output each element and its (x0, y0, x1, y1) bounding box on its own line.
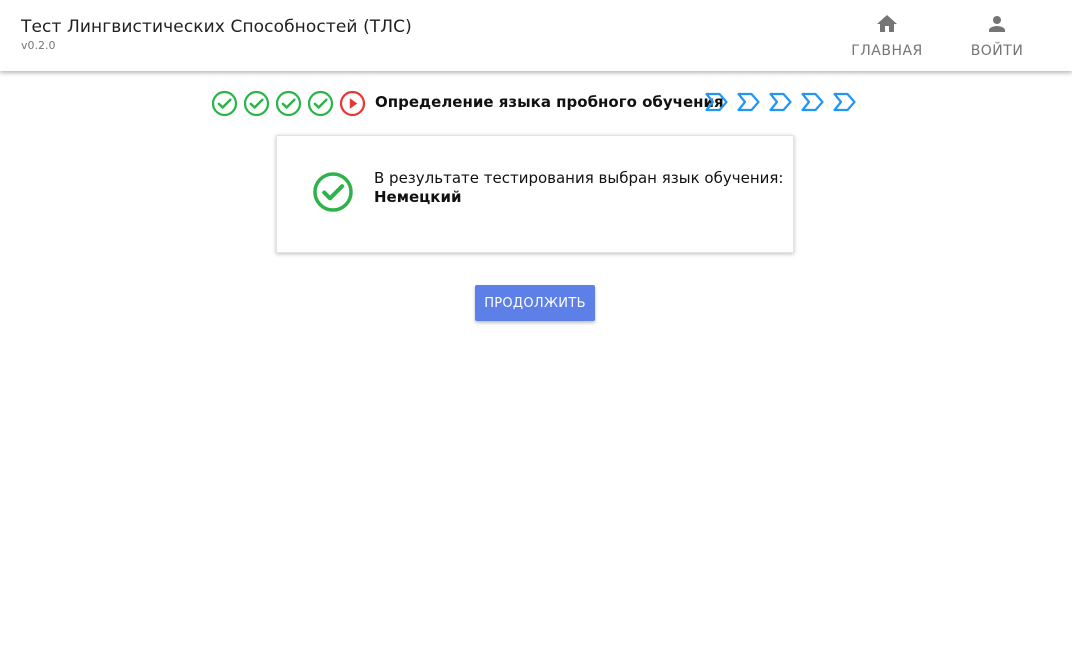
step-upcoming-chevron-icon (704, 90, 730, 114)
continue-button[interactable]: ПРОДОЛЖИТЬ (475, 285, 595, 321)
person-icon (989, 16, 1005, 32)
current-step-label: Определение языка пробного обучения (375, 93, 724, 111)
step-upcoming-chevron-icon (832, 90, 858, 114)
result-card: В результате тестирования выбран язык об… (276, 135, 794, 253)
step-upcoming-chevron-icon (768, 90, 794, 114)
step-completed-check-icon (275, 90, 302, 117)
app-bar: Тест Лингвистических Способностей (ТЛС) … (0, 0, 1072, 71)
home-button[interactable]: ГЛАВНАЯ (837, 0, 937, 71)
step-current-play-icon (339, 90, 366, 117)
step-completed-check-icon (211, 90, 238, 117)
step-completed-check-icon (243, 90, 270, 117)
step-completed-check-icon (307, 90, 334, 117)
step-upcoming-chevron-icon (800, 90, 826, 114)
progress-stepper: Определение языка пробного обучения (0, 89, 1072, 117)
step-upcoming-chevron-icon (736, 90, 762, 114)
login-button[interactable]: ВОЙТИ (947, 0, 1047, 71)
app-title: Тест Лингвистических Способностей (ТЛС) (21, 17, 412, 37)
result-text: В результате тестирования выбран язык об… (374, 169, 783, 207)
home-icon (877, 15, 897, 32)
result-message: В результате тестирования выбран язык об… (374, 169, 784, 187)
app-version: v0.2.0 (21, 39, 56, 52)
selected-language: Немецкий (374, 188, 462, 206)
login-label: ВОЙТИ (970, 43, 1024, 59)
check-circle-icon (313, 172, 353, 212)
home-label: ГЛАВНАЯ (851, 43, 923, 59)
